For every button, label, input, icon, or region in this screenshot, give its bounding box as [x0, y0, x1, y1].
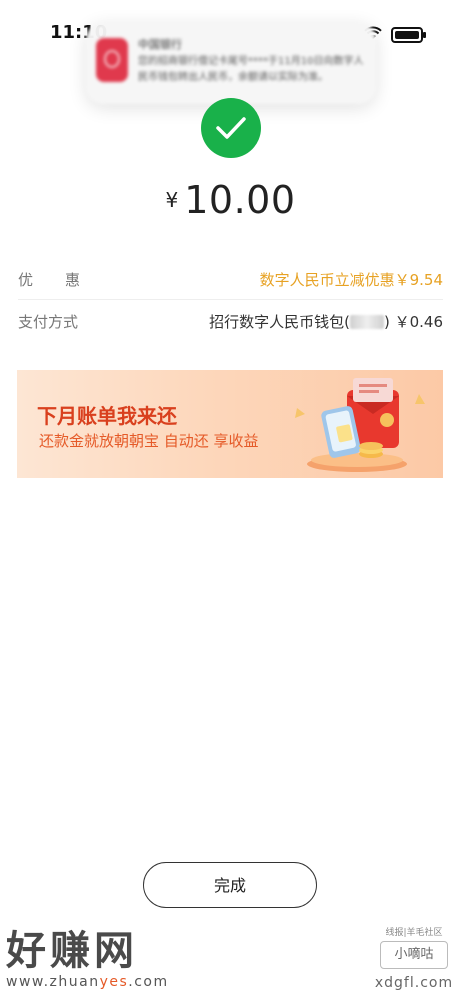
payment-method-row: 支付方式 招行数字人民币钱包() ￥0.46	[18, 299, 443, 341]
discount-row: 优惠 数字人民币立减优惠￥9.54	[18, 257, 443, 300]
watermark-domain: xdgfl.com	[374, 975, 454, 991]
watermark-left: 好赚网 www.zhuanyes.com	[6, 918, 169, 990]
bank-app-icon	[96, 38, 128, 82]
banner-title: 下月账单我来还	[37, 404, 177, 428]
amount-value: 10.00	[184, 178, 296, 222]
discount-value: 数字人民币立减优惠￥9.54	[259, 271, 443, 289]
watermark-url-part2: yes	[99, 974, 129, 990]
currency-symbol: ¥	[165, 188, 179, 212]
battery-icon	[391, 27, 426, 43]
watermark-right: 线报|羊毛社区 小嘀咕 xdgfl.com	[374, 925, 454, 991]
payment-amount-value: ￥0.46	[394, 313, 443, 331]
notification-body: 您的招商银行借记卡尾号****于11月10日向数字人民币钱包转出人民币，余额请以…	[138, 56, 364, 83]
payment-method-prefix: 招行数字人民币钱包(	[209, 313, 350, 331]
watermark-url-part1: www.zhuan	[6, 974, 100, 990]
discount-label: 优惠	[18, 271, 113, 289]
watermark-logo-text: 好赚网	[6, 928, 138, 974]
notification-title: 中国银行	[138, 38, 182, 51]
payment-method-suffix: )	[383, 313, 390, 331]
watermark-url-part3: .com	[128, 974, 169, 990]
watermark-small-text: 线报|羊毛社区	[385, 928, 443, 938]
success-check-icon	[201, 98, 261, 158]
payment-method-value: 招行数字人民币钱包() ￥0.46	[209, 311, 443, 332]
masked-card-number	[349, 315, 384, 329]
payment-method-label: 支付方式	[18, 313, 79, 331]
banner-subtitle: 还款金就放朝朝宝 自动还 享收益	[39, 432, 259, 450]
done-button[interactable]: 完成	[143, 862, 317, 908]
promo-banner[interactable]: 下月账单我来还 还款金就放朝朝宝 自动还 享收益	[17, 370, 443, 478]
payment-amount: ¥10.00	[0, 178, 461, 222]
red-envelope-phone-illustration	[295, 378, 425, 472]
notification-banner[interactable]: 中国银行 您的招商银行借记卡尾号****于11月10日向数字人民币钱包转出人民币…	[86, 22, 376, 104]
watermark-box-text: 小嘀咕	[380, 941, 448, 969]
watermark-url: www.zhuanyes.com	[6, 974, 169, 990]
